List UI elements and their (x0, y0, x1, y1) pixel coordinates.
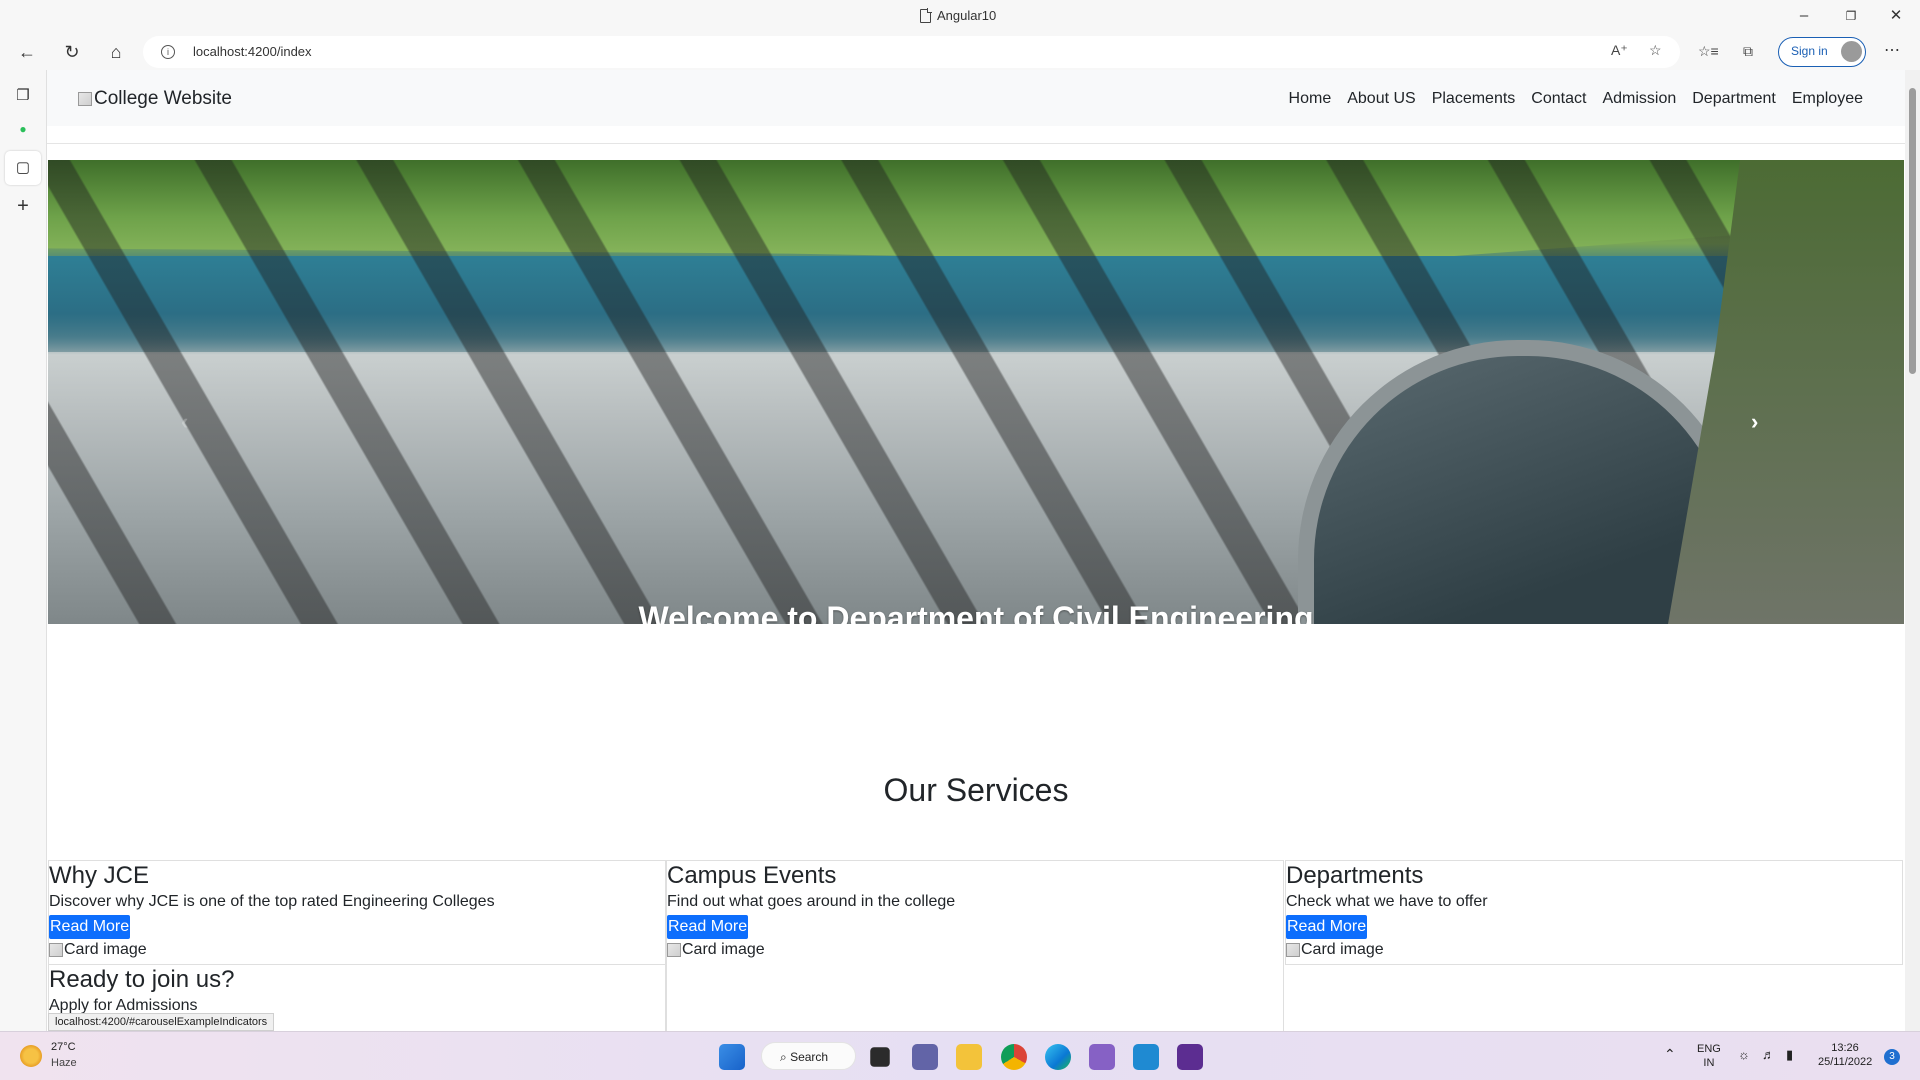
service-card: Why JCE Discover why JCE is one of the t… (48, 860, 666, 965)
home-icon[interactable]: ⌂ (103, 40, 129, 64)
card-image-alt: Card image (1301, 941, 1384, 958)
wifi-icon[interactable]: ☼ (1738, 1048, 1750, 1062)
service-card: Campus Events Find out what goes around … (666, 860, 1284, 965)
volume-icon[interactable]: ♬ (1762, 1048, 1775, 1062)
read-more-button[interactable]: Read More (667, 915, 749, 939)
window-titlebar: Angular10 – ❐ ✕ (0, 0, 1920, 34)
service-card: Departments Check what we have to offer … (1285, 860, 1903, 965)
nav-link-admission[interactable]: Admission (1602, 90, 1676, 108)
nav-link-employee[interactable]: Employee (1792, 90, 1863, 108)
collections-icon[interactable]: ⧉ (1743, 43, 1753, 60)
brand-text: College Website (94, 88, 233, 109)
card-title: Campus Events (667, 862, 837, 889)
card-image: Card image (1286, 939, 1902, 961)
favorites-icon[interactable]: ☆≡ (1698, 43, 1719, 60)
language-indicator[interactable]: ENG IN (1697, 1042, 1721, 1070)
terminal-icon[interactable] (1177, 1044, 1203, 1070)
tab-page-icon[interactable]: ▢ (13, 158, 33, 178)
empty-card-slot (666, 964, 1284, 1031)
taskbar-search[interactable]: ⌕ Search (761, 1042, 856, 1070)
services-heading: Our Services (883, 772, 1069, 808)
edge-icon[interactable] (1045, 1044, 1071, 1070)
language-code: ENG (1697, 1043, 1721, 1055)
nav-link-about[interactable]: About US (1347, 90, 1415, 108)
nav-link-home[interactable]: Home (1289, 90, 1332, 108)
window-title-text: Angular10 (937, 8, 997, 23)
task-view-icon[interactable] (870, 1047, 890, 1067)
card-title: Why JCE (49, 862, 150, 889)
hero-carousel: ‹ › Welcome to Department of Civil Engin… (48, 160, 1904, 624)
teams-icon[interactable] (912, 1044, 938, 1070)
close-icon[interactable]: ✕ (1881, 5, 1911, 27)
refresh-icon[interactable]: ↻ (59, 40, 85, 64)
visual-studio-icon[interactable] (1089, 1044, 1115, 1070)
card-text: Check what we have to offer (1286, 893, 1488, 910)
carousel-prev-icon[interactable]: ‹ (181, 409, 188, 435)
start-icon[interactable] (719, 1044, 745, 1070)
search-label: Search (790, 1050, 829, 1064)
tab-actions-icon[interactable]: ❐ (13, 86, 33, 106)
site-info-icon[interactable]: i (161, 45, 175, 59)
card-image-alt: Card image (64, 941, 147, 958)
vscode-icon[interactable] (1133, 1044, 1159, 1070)
restore-icon[interactable]: ❐ (1836, 5, 1866, 27)
page-viewport: College Website Home About US Placements… (47, 70, 1905, 1031)
window-title: Angular10 (920, 8, 996, 23)
browser-sidebar: ❐ ● ▢ + (0, 70, 47, 1031)
scrollbar-thumb[interactable] (1909, 88, 1916, 374)
url-text[interactable]: localhost:4200/index (193, 44, 312, 59)
card-title: Ready to join us? (49, 966, 235, 993)
region-code: IN (1703, 1057, 1715, 1069)
tray-overflow-icon[interactable]: ⌃ (1664, 1047, 1676, 1061)
clock-date: 25/11/2022 (1818, 1056, 1873, 1068)
nav-link-contact[interactable]: Contact (1531, 90, 1586, 108)
battery-icon[interactable]: ▮ (1786, 1048, 1793, 1062)
read-aloud-icon[interactable]: A⁺ (1611, 42, 1628, 59)
weather-icon[interactable] (20, 1045, 42, 1067)
address-bar[interactable]: i localhost:4200/index A⁺ ☆ (143, 36, 1680, 68)
card-title: Departments (1286, 862, 1424, 889)
minimize-icon[interactable]: – (1789, 5, 1819, 27)
page-scrollbar[interactable] (1905, 70, 1920, 1031)
nav-link-department[interactable]: Department (1692, 90, 1776, 108)
clock-time: 13:26 (1831, 1042, 1859, 1054)
broken-image-icon (78, 92, 92, 106)
site-navbar: College Website Home About US Placements… (47, 70, 1905, 126)
extension-icon[interactable]: ● (13, 119, 33, 139)
site-brand[interactable]: College Website (78, 88, 232, 110)
card-text: Find out what goes around in the college (667, 893, 956, 910)
card-text: Discover why JCE is one of the top rated… (49, 893, 495, 910)
carousel-next-icon[interactable]: › (1751, 409, 1758, 435)
weather-description[interactable]: Haze (51, 1057, 77, 1069)
broken-image-icon (1286, 943, 1300, 957)
avatar (1841, 41, 1862, 62)
hero-caption: Welcome to Department of Civil Engineeri… (638, 600, 1314, 624)
back-icon[interactable]: ← (14, 40, 40, 64)
browser-toolbar: ← ↻ ⌂ i localhost:4200/index A⁺ ☆ ☆≡ ⧉ S… (0, 34, 1920, 70)
page-icon (920, 8, 932, 23)
weather-temperature[interactable]: 27°C (51, 1041, 76, 1053)
broken-image-icon (49, 943, 63, 957)
windows-taskbar: 27°C Haze ⌕ Search ⌃ ENG IN ☼ ♬ ▮ 13:26 … (0, 1031, 1920, 1080)
file-explorer-icon[interactable] (956, 1044, 982, 1070)
add-favorite-icon[interactable]: ☆ (1649, 42, 1662, 59)
link-status-bar: localhost:4200/#carouselExampleIndicator… (48, 1013, 275, 1031)
read-more-button[interactable]: Read More (1286, 915, 1368, 939)
sign-in-button[interactable]: Sign in (1778, 37, 1866, 67)
divider (47, 143, 1905, 144)
card-image-alt: Card image (682, 941, 765, 958)
read-more-button[interactable]: Read More (49, 915, 131, 939)
card-image: Card image (667, 939, 1283, 961)
card-image: Card image (49, 939, 665, 961)
sign-in-label: Sign in (1791, 44, 1828, 58)
notification-badge[interactable]: 3 (1884, 1049, 1900, 1065)
more-options-icon[interactable]: ⋯ (1884, 40, 1900, 60)
broken-image-icon (667, 943, 681, 957)
nav-link-placements[interactable]: Placements (1432, 90, 1516, 108)
clock[interactable]: 13:26 25/11/2022 (1818, 1041, 1872, 1069)
chrome-icon[interactable] (1001, 1044, 1027, 1070)
new-tab-icon[interactable]: + (13, 196, 33, 216)
nav-menu: Home About US Placements Contact Admissi… (1289, 90, 1863, 108)
